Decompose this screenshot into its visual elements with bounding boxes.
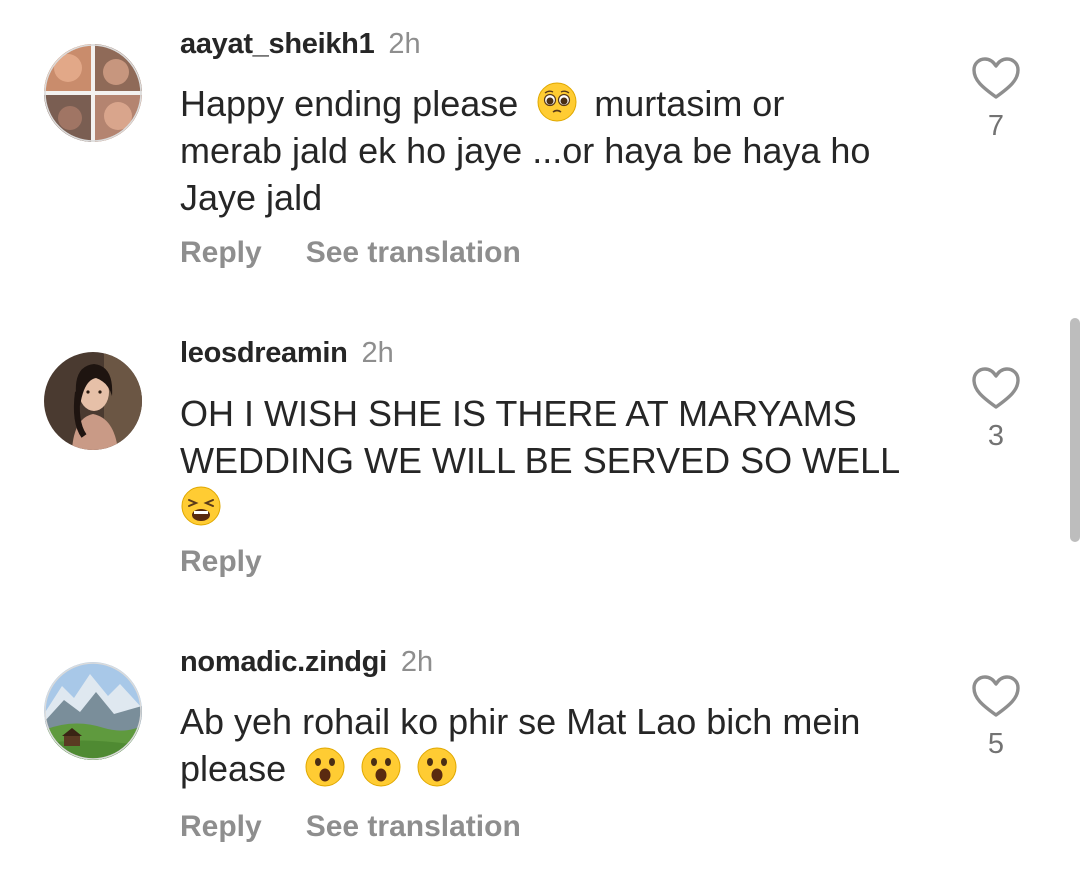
avatar[interactable] <box>44 662 142 760</box>
like-count: 7 <box>987 110 1005 142</box>
comment-meta: aayat_sheikh1 2h <box>180 28 421 68</box>
comment-text-line: Happy ending please <box>180 83 519 124</box>
comment-text-line: murtasim or <box>594 83 785 124</box>
reply-button[interactable]: Reply <box>180 236 262 270</box>
comments-page: aayat_sheikh1 2h Happy ending please mur… <box>0 0 1080 869</box>
heart-icon[interactable] <box>971 56 1021 100</box>
comment-text: Ab yeh rohail ko phir se Mat Lao bich me… <box>180 698 940 792</box>
avatar[interactable] <box>44 44 142 142</box>
username[interactable]: leosdreamin <box>180 337 348 370</box>
comment-text: Happy ending please murtasim or merab ja… <box>180 80 940 221</box>
like-control: 3 <box>969 366 1023 453</box>
heart-icon[interactable] <box>971 366 1021 410</box>
reply-button[interactable]: Reply <box>180 810 262 844</box>
comment-actions: Reply See translation <box>180 236 521 270</box>
pleading-face-emoji-icon <box>537 82 577 122</box>
like-count: 3 <box>987 420 1005 452</box>
scrollbar[interactable] <box>1070 318 1080 542</box>
heart-icon[interactable] <box>971 674 1021 718</box>
comment-text: OH I WISH SHE IS THERE AT MARYAMS WEDDIN… <box>180 390 940 531</box>
timestamp: 2h <box>388 28 421 60</box>
comment-actions: Reply <box>180 545 262 579</box>
comment-text-line: merab jald ek ho jaye ...or haya be haya… <box>180 130 871 171</box>
astonished-face-emoji-icon <box>305 747 345 787</box>
see-translation-button[interactable]: See translation <box>306 810 521 844</box>
timestamp: 2h <box>400 646 434 678</box>
like-control: 7 <box>969 56 1023 143</box>
like-count: 5 <box>987 728 1005 760</box>
weary-face-emoji-icon <box>181 486 221 526</box>
comment-text-line: WEDDING WE WILL BE SERVED SO WELL <box>180 440 901 481</box>
astonished-face-emoji-icon <box>417 747 457 787</box>
timestamp: 2h <box>361 337 394 369</box>
collage-avatar-icon <box>44 44 142 142</box>
comment-actions: Reply See translation <box>180 810 521 844</box>
comment-text-line: please <box>180 748 287 789</box>
comment-text-line: OH I WISH SHE IS THERE AT MARYAMS <box>180 393 857 434</box>
avatar[interactable] <box>44 352 142 450</box>
comment-meta: nomadic.zindgi 2h <box>180 646 433 686</box>
see-translation-button[interactable]: See translation <box>306 236 521 270</box>
comment-text-line: Jaye jald <box>180 177 323 218</box>
astonished-face-emoji-icon <box>361 747 401 787</box>
comment-meta: leosdreamin 2h <box>180 337 394 377</box>
portrait-avatar-icon <box>44 352 142 450</box>
comment-text-line: Ab yeh rohail ko phir se Mat Lao bich me… <box>180 701 861 742</box>
username[interactable]: aayat_sheikh1 <box>180 28 375 61</box>
like-control: 5 <box>969 674 1023 761</box>
mountain-avatar-icon <box>44 662 142 760</box>
username[interactable]: nomadic.zindgi <box>180 646 387 679</box>
reply-button[interactable]: Reply <box>180 545 262 579</box>
